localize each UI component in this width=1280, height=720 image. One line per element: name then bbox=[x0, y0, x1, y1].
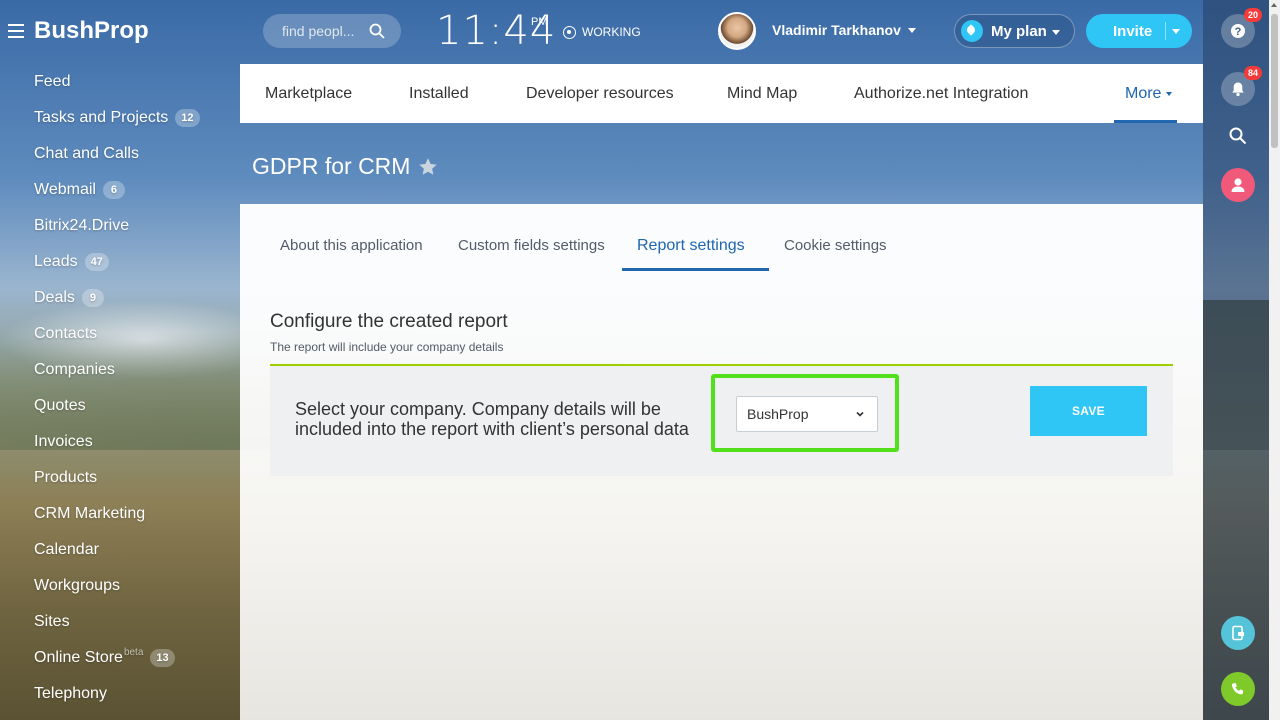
clock-ampm: PM bbox=[531, 16, 548, 28]
left-menu-item[interactable]: Webmail 6 bbox=[0, 172, 240, 208]
tab-report-settings[interactable]: Report settings bbox=[637, 237, 745, 255]
user-name[interactable]: Vladimir Tarkhanov bbox=[772, 22, 901, 38]
left-menu: Feed Tasks and Projects 12 Chat and Calls… bbox=[0, 64, 240, 712]
working-status-icon bbox=[563, 25, 576, 39]
right-sidebar: ? 20 84 bbox=[1203, 0, 1269, 720]
hamburger-menu-icon[interactable] bbox=[8, 24, 24, 38]
scroll-thumb[interactable] bbox=[1271, 14, 1278, 148]
chevron-down-icon bbox=[856, 411, 864, 417]
company-select[interactable]: BushProp bbox=[736, 396, 878, 432]
left-menu-item[interactable]: Quotes bbox=[0, 388, 240, 424]
scroll-up-arrow-icon[interactable] bbox=[1271, 3, 1277, 7]
logo[interactable]: BushProp bbox=[34, 17, 149, 45]
svg-text:?: ? bbox=[1235, 26, 1242, 38]
left-menu-item[interactable]: Calendar bbox=[0, 532, 240, 568]
tab-marketplace[interactable]: Marketplace bbox=[265, 64, 352, 123]
sub-tab-active-underline bbox=[622, 268, 769, 271]
company-select-value: BushProp bbox=[747, 406, 809, 422]
counter-badge: 47 bbox=[84, 253, 109, 271]
page-scrollbar[interactable] bbox=[1269, 0, 1280, 720]
left-menu-item[interactable]: Products bbox=[0, 460, 240, 496]
top-tabs-bar: Marketplace Installed Developer resource… bbox=[240, 64, 1203, 123]
chevron-down-icon bbox=[1166, 91, 1173, 96]
left-menu-item[interactable]: CRM Marketing bbox=[0, 496, 240, 532]
search-box[interactable] bbox=[263, 14, 401, 48]
section-subtitle: The report will include your company det… bbox=[270, 340, 504, 354]
left-menu-item[interactable]: Bitrix24.Drive bbox=[0, 208, 240, 244]
tab-about-application[interactable]: About this application bbox=[280, 237, 423, 254]
content-panel: About this application Custom fields set… bbox=[240, 204, 1203, 720]
left-menu-item[interactable]: Deals 9 bbox=[0, 280, 240, 316]
help-button[interactable]: ? 20 bbox=[1221, 8, 1262, 48]
help-badge: 20 bbox=[1243, 8, 1262, 22]
left-menu-item[interactable]: Leads 47 bbox=[0, 244, 240, 280]
section-title: Configure the created report bbox=[270, 311, 508, 332]
search-icon[interactable] bbox=[369, 23, 385, 39]
mobile-icon bbox=[1232, 625, 1244, 641]
search-button[interactable] bbox=[1221, 119, 1255, 153]
page-title: GDPR for CRM bbox=[252, 153, 411, 179]
working-status[interactable]: WORKING bbox=[563, 25, 641, 39]
user-avatar[interactable] bbox=[718, 12, 756, 50]
beta-label: beta bbox=[123, 646, 144, 658]
invite-button[interactable]: Invite bbox=[1086, 14, 1192, 48]
tab-developer-resources[interactable]: Developer resources bbox=[526, 64, 674, 123]
clock-time: 11:44 bbox=[436, 8, 557, 54]
working-status-label: WORKING bbox=[582, 25, 641, 39]
star-icon[interactable] bbox=[417, 156, 439, 178]
tab-custom-fields-settings[interactable]: Custom fields settings bbox=[458, 237, 605, 254]
phone-icon bbox=[1231, 683, 1244, 695]
mobile-app-button[interactable] bbox=[1221, 616, 1255, 650]
invite-label: Invite bbox=[1113, 22, 1153, 40]
chevron-down-icon bbox=[1052, 30, 1060, 35]
tab-more[interactable]: More bbox=[1125, 64, 1173, 123]
rocket-icon bbox=[961, 20, 983, 42]
company-select-label: Select your company. Company details wil… bbox=[295, 399, 689, 439]
tab-installed[interactable]: Installed bbox=[409, 64, 469, 123]
my-plan-label: My plan bbox=[991, 22, 1047, 40]
counter-badge: 9 bbox=[81, 289, 104, 307]
telephony-button[interactable] bbox=[1221, 672, 1255, 706]
bell-icon bbox=[1232, 82, 1244, 97]
left-menu-item[interactable]: Invoices bbox=[0, 424, 240, 460]
notifications-button[interactable]: 84 bbox=[1221, 66, 1262, 106]
notifications-badge: 84 bbox=[1243, 66, 1262, 80]
left-menu-item[interactable]: Companies bbox=[0, 352, 240, 388]
search-input[interactable] bbox=[282, 23, 362, 39]
left-menu-item[interactable]: Contacts bbox=[0, 316, 240, 352]
tab-cookie-settings[interactable]: Cookie settings bbox=[784, 237, 887, 254]
my-plan-button[interactable]: My plan bbox=[954, 14, 1075, 48]
tab-mind-map[interactable]: Mind Map bbox=[727, 64, 797, 123]
counter-badge: 6 bbox=[102, 181, 125, 199]
save-button[interactable]: SAVE bbox=[1030, 386, 1147, 436]
report-settings-row: Select your company. Company details wil… bbox=[270, 366, 1173, 476]
user-menu-chevron-icon[interactable] bbox=[908, 28, 916, 33]
invite-divider bbox=[1165, 22, 1166, 40]
help-icon: ? bbox=[1231, 24, 1245, 38]
tab-more-label: More bbox=[1125, 84, 1162, 102]
left-menu-item[interactable]: Online Store beta 13 bbox=[0, 640, 240, 676]
left-menu-item[interactable]: Telephony bbox=[0, 676, 240, 712]
left-menu-item[interactable]: Tasks and Projects 12 bbox=[0, 100, 240, 136]
tab-active-underline bbox=[1114, 120, 1177, 123]
invite-chevron-down-icon[interactable] bbox=[1172, 29, 1180, 34]
left-menu-item[interactable]: Chat and Calls bbox=[0, 136, 240, 172]
left-menu-item[interactable]: Sites bbox=[0, 604, 240, 640]
counter-badge: 12 bbox=[175, 109, 200, 127]
user-icon bbox=[1231, 178, 1245, 192]
contacts-button[interactable] bbox=[1221, 168, 1255, 202]
left-menu-item[interactable]: Workgroups bbox=[0, 568, 240, 604]
tab-authorize-net[interactable]: Authorize.net Integration bbox=[854, 64, 1028, 123]
search-icon bbox=[1229, 127, 1247, 145]
left-menu-item[interactable]: Feed bbox=[0, 64, 240, 100]
counter-badge: 13 bbox=[150, 649, 175, 667]
